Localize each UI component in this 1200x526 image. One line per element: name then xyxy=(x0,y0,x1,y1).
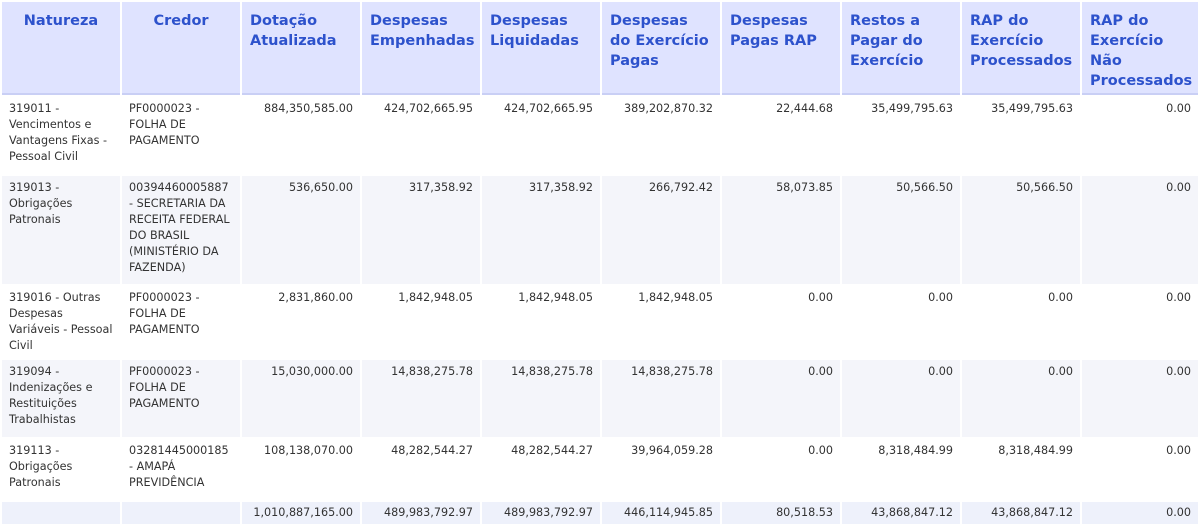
cell-dotacao: 536,650.00 xyxy=(242,176,360,284)
total-restos: 43,868,847.12 xyxy=(842,502,960,524)
table-row: 319113 - Obrigações Patronais 0328144500… xyxy=(2,439,1198,500)
cell-restos: 8,318,484.99 xyxy=(842,439,960,500)
cell-credor: PF0000023 - FOLHA DE PAGAMENTO xyxy=(122,97,240,174)
cell-liquidadas: 48,282,544.27 xyxy=(482,439,600,500)
cell-pagas-rap: 0.00 xyxy=(722,439,840,500)
cell-restos: 0.00 xyxy=(842,286,960,358)
total-credor xyxy=(122,502,240,524)
cell-empenhadas: 48,282,544.27 xyxy=(362,439,480,500)
col-header-natureza[interactable]: Natureza xyxy=(2,2,120,95)
cell-empenhadas: 14,838,275.78 xyxy=(362,360,480,437)
cell-pagas-rap: 58,073.85 xyxy=(722,176,840,284)
expenses-table: Natureza Credor Dotação Atualizada Despe… xyxy=(0,0,1200,526)
col-header-credor[interactable]: Credor xyxy=(122,2,240,95)
cell-empenhadas: 1,842,948.05 xyxy=(362,286,480,358)
cell-restos: 35,499,795.63 xyxy=(842,97,960,174)
total-liquidadas: 489,983,792.97 xyxy=(482,502,600,524)
cell-natureza: 319113 - Obrigações Patronais xyxy=(2,439,120,500)
cell-pagas: 1,842,948.05 xyxy=(602,286,720,358)
cell-rap-nao-processados: 0.00 xyxy=(1082,439,1198,500)
col-header-rap-processados[interactable]: RAP do Exercício Processados xyxy=(962,2,1080,95)
totals-row: 1,010,887,165.00 489,983,792.97 489,983,… xyxy=(2,502,1198,524)
cell-credor: PF0000023 - FOLHA DE PAGAMENTO xyxy=(122,286,240,358)
cell-rap-processados: 0.00 xyxy=(962,360,1080,437)
cell-rap-nao-processados: 0.00 xyxy=(1082,286,1198,358)
cell-rap-processados: 0.00 xyxy=(962,286,1080,358)
total-pagas-rap: 80,518.53 xyxy=(722,502,840,524)
col-header-despesas-empenhadas[interactable]: Despesas Empenhadas xyxy=(362,2,480,95)
table-row: 319011 - Vencimentos e Vantagens Fixas -… xyxy=(2,97,1198,174)
col-header-dotacao-atualizada[interactable]: Dotação Atualizada xyxy=(242,2,360,95)
col-header-rap-nao-processados[interactable]: RAP do Exercício Não Processados xyxy=(1082,2,1198,95)
cell-empenhadas: 317,358.92 xyxy=(362,176,480,284)
cell-rap-processados: 50,566.50 xyxy=(962,176,1080,284)
total-rap-processados: 43,868,847.12 xyxy=(962,502,1080,524)
cell-liquidadas: 424,702,665.95 xyxy=(482,97,600,174)
col-header-despesas-liquidadas[interactable]: Despesas Liquidadas xyxy=(482,2,600,95)
cell-natureza: 319011 - Vencimentos e Vantagens Fixas -… xyxy=(2,97,120,174)
cell-rap-nao-processados: 0.00 xyxy=(1082,97,1198,174)
cell-natureza: 319016 - Outras Despesas Variáveis - Pes… xyxy=(2,286,120,358)
col-header-restos-a-pagar[interactable]: Restos a Pagar do Exercício xyxy=(842,2,960,95)
cell-restos: 50,566.50 xyxy=(842,176,960,284)
cell-restos: 0.00 xyxy=(842,360,960,437)
total-natureza xyxy=(2,502,120,524)
cell-pagas: 14,838,275.78 xyxy=(602,360,720,437)
col-header-despesas-pagas-rap[interactable]: Despesas Pagas RAP xyxy=(722,2,840,95)
cell-dotacao: 15,030,000.00 xyxy=(242,360,360,437)
total-rap-nao-processados: 0.00 xyxy=(1082,502,1198,524)
cell-liquidadas: 14,838,275.78 xyxy=(482,360,600,437)
cell-credor: 00394460005887 - SECRETARIA DA RECEITA F… xyxy=(122,176,240,284)
cell-empenhadas: 424,702,665.95 xyxy=(362,97,480,174)
table-row: 319016 - Outras Despesas Variáveis - Pes… xyxy=(2,286,1198,358)
cell-natureza: 319094 - Indenizações e Restituições Tra… xyxy=(2,360,120,437)
cell-rap-nao-processados: 0.00 xyxy=(1082,176,1198,284)
table-row: 319094 - Indenizações e Restituições Tra… xyxy=(2,360,1198,437)
header-row: Natureza Credor Dotação Atualizada Despe… xyxy=(2,2,1198,95)
total-pagas: 446,114,945.85 xyxy=(602,502,720,524)
table-row: 319013 - Obrigações Patronais 0039446000… xyxy=(2,176,1198,284)
cell-pagas-rap: 0.00 xyxy=(722,360,840,437)
cell-dotacao: 884,350,585.00 xyxy=(242,97,360,174)
cell-pagas-rap: 0.00 xyxy=(722,286,840,358)
col-header-despesas-exercicio-pagas[interactable]: Despesas do Exercício Pagas xyxy=(602,2,720,95)
cell-natureza: 319013 - Obrigações Patronais xyxy=(2,176,120,284)
cell-rap-processados: 8,318,484.99 xyxy=(962,439,1080,500)
cell-liquidadas: 1,842,948.05 xyxy=(482,286,600,358)
cell-dotacao: 108,138,070.00 xyxy=(242,439,360,500)
cell-pagas: 389,202,870.32 xyxy=(602,97,720,174)
cell-pagas: 266,792.42 xyxy=(602,176,720,284)
cell-liquidadas: 317,358.92 xyxy=(482,176,600,284)
cell-credor: 03281445000185 - AMAPÁ PREVIDÊNCIA xyxy=(122,439,240,500)
cell-rap-processados: 35,499,795.63 xyxy=(962,97,1080,174)
cell-credor: PF0000023 - FOLHA DE PAGAMENTO xyxy=(122,360,240,437)
total-dotacao: 1,010,887,165.00 xyxy=(242,502,360,524)
cell-rap-nao-processados: 0.00 xyxy=(1082,360,1198,437)
total-empenhadas: 489,983,792.97 xyxy=(362,502,480,524)
cell-dotacao: 2,831,860.00 xyxy=(242,286,360,358)
cell-pagas: 39,964,059.28 xyxy=(602,439,720,500)
cell-pagas-rap: 22,444.68 xyxy=(722,97,840,174)
